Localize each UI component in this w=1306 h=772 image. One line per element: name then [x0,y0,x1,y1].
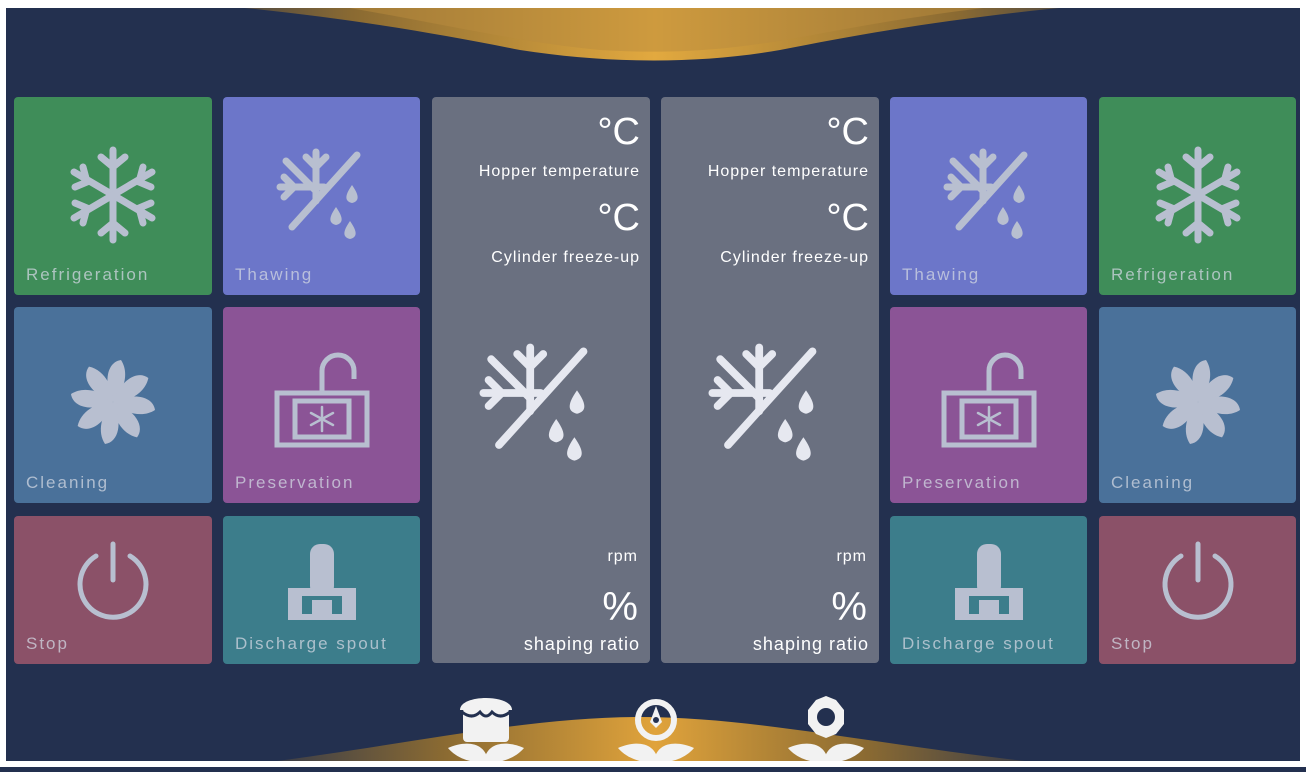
hopper-temperature-unit: °C [826,111,869,153]
thaw-icon [943,148,1027,239]
preservation-button-right[interactable]: Preservation [890,307,1087,503]
power-icon [77,541,149,620]
stop-label: Stop [1111,634,1154,653]
refrigeration-label: Refrigeration [1111,265,1235,284]
spout-icon [954,544,1023,620]
discharge-spout-button-right[interactable]: Discharge spout [890,516,1087,664]
thawing-button-right[interactable]: Thawing [890,97,1087,295]
hopper-temperature-label: Hopper temperature [707,163,869,180]
stop-button-right[interactable]: Stop [1099,516,1296,664]
thaw-icon [479,343,588,461]
spout-icon [287,544,356,620]
stop-label: Stop [26,634,69,653]
thaw-icon [276,148,360,239]
stop-button-left[interactable]: Stop [14,516,212,664]
thawing-label: Thawing [235,265,314,284]
cleaning-label: Cleaning [1111,473,1195,492]
refrigeration-button-left[interactable]: Refrigeration [14,97,212,295]
pinwheel-icon [1155,360,1240,444]
cleaning-label: Cleaning [26,473,110,492]
clock-icon [618,699,694,763]
preservation-label: Preservation [902,473,1022,492]
thawing-button-left[interactable]: Thawing [223,97,420,295]
thawing-label: Thawing [902,265,981,284]
shaping-ratio-label: shaping ratio [523,634,640,654]
settings-icon [788,696,864,763]
cleaning-button-left[interactable]: Cleaning [14,307,212,503]
shaping-ratio-unit: % [602,585,638,629]
shaping-ratio-unit: % [831,585,867,629]
snowflake-icon [70,146,156,244]
hopper-temperature-unit: °C [597,111,640,153]
refrigeration-button-right[interactable]: Refrigeration [1099,97,1296,295]
refrigeration-label: Refrigeration [26,265,150,284]
shaping-ratio-label: shaping ratio [752,634,869,654]
unlock-box-icon [274,352,369,448]
nav-clock-button[interactable] [616,690,696,767]
power-icon [1162,541,1233,620]
store-icon [448,698,524,763]
discharge-spout-label: Discharge spout [235,634,388,653]
nav-settings-button[interactable] [786,690,866,767]
hopper-temperature-label: Hopper temperature [478,163,640,180]
preservation-label: Preservation [235,473,355,492]
thaw-icon [708,343,817,461]
machine-panel-1[interactable]: °C Hopper temperature °C Cylinder freeze… [432,97,650,663]
discharge-spout-button-left[interactable]: Discharge spout [223,516,420,664]
snowflake-icon [1155,146,1240,244]
top-wave-decoration [150,0,1160,61]
cylinder-freeze-unit: °C [597,197,640,239]
nav-store-button[interactable] [446,690,526,767]
cleaning-button-right[interactable]: Cleaning [1099,307,1296,503]
cylinder-freeze-label: Cylinder freeze-up [720,249,869,266]
rpm-label: rpm [607,548,638,565]
cylinder-freeze-unit: °C [826,197,869,239]
rpm-label: rpm [836,548,867,565]
pinwheel-icon [71,360,155,444]
unlock-box-icon [941,352,1036,448]
preservation-button-left[interactable]: Preservation [223,307,420,503]
machine-panel-2[interactable]: °C Hopper temperature °C Cylinder freeze… [661,97,879,663]
discharge-spout-label: Discharge spout [902,634,1055,653]
cylinder-freeze-label: Cylinder freeze-up [491,249,640,266]
